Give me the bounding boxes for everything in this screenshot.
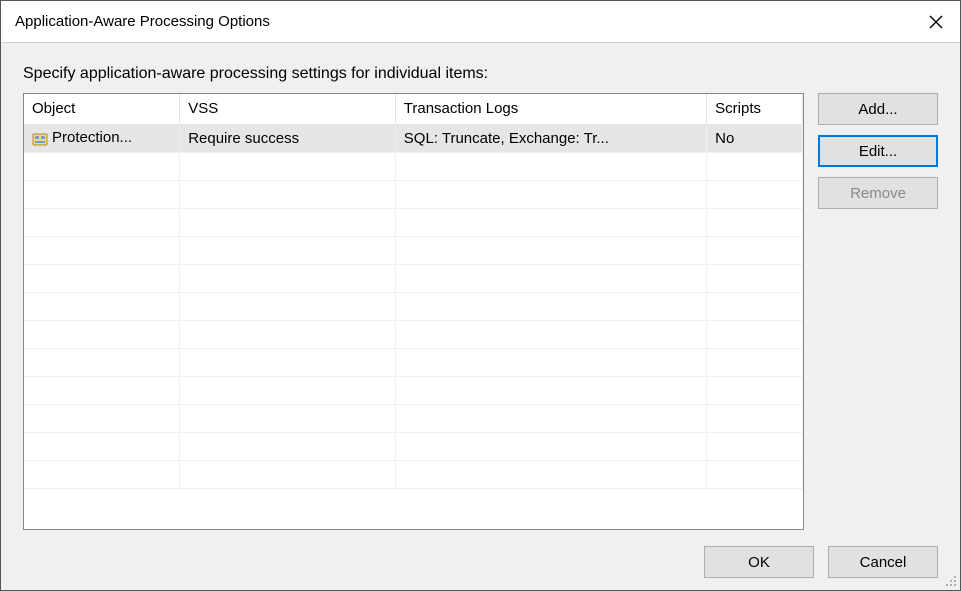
add-button[interactable]: Add... — [818, 93, 938, 125]
table-row-empty — [24, 348, 803, 376]
header-object[interactable]: Object — [24, 94, 180, 124]
table-row-empty — [24, 460, 803, 488]
remove-button[interactable]: Remove — [818, 177, 938, 209]
cell-tlogs: SQL: Truncate, Exchange: Tr... — [395, 124, 706, 152]
table-row-empty — [24, 320, 803, 348]
table-row-empty — [24, 208, 803, 236]
table-row-empty — [24, 264, 803, 292]
dialog-footer: OK Cancel — [23, 530, 938, 578]
cell-object-text: Protection... — [52, 129, 132, 146]
table-row-empty — [24, 236, 803, 264]
close-button[interactable] — [912, 1, 960, 43]
dialog-body: Specify application-aware processing set… — [1, 43, 960, 590]
instruction-text: Specify application-aware processing set… — [23, 65, 938, 83]
table-row-empty — [24, 152, 803, 180]
header-tlogs[interactable]: Transaction Logs — [395, 94, 706, 124]
cell-scripts: No — [707, 124, 803, 152]
work-area: Object VSS Transaction Logs Scripts — [23, 93, 938, 530]
cell-vss: Require success — [180, 124, 396, 152]
resize-grip-icon — [943, 573, 957, 587]
header-vss[interactable]: VSS — [180, 94, 396, 124]
dialog-window: Application-Aware Processing Options Spe… — [0, 0, 961, 591]
edit-button[interactable]: Edit... — [818, 135, 938, 167]
table-row-empty — [24, 432, 803, 460]
header-scripts[interactable]: Scripts — [707, 94, 803, 124]
close-icon — [929, 15, 943, 29]
table-row-empty — [24, 376, 803, 404]
titlebar: Application-Aware Processing Options — [1, 1, 960, 43]
window-title: Application-Aware Processing Options — [15, 13, 912, 30]
cancel-button[interactable]: Cancel — [828, 546, 938, 578]
table-row-empty — [24, 180, 803, 208]
protection-group-icon — [32, 131, 48, 147]
ok-button[interactable]: OK — [704, 546, 814, 578]
table-row-empty — [24, 404, 803, 432]
items-table[interactable]: Object VSS Transaction Logs Scripts — [24, 94, 803, 489]
side-buttons: Add... Edit... Remove — [818, 93, 938, 530]
table-header-row: Object VSS Transaction Logs Scripts — [24, 94, 803, 124]
cell-object: Protection... — [24, 124, 180, 152]
table-row-empty — [24, 292, 803, 320]
items-table-wrap: Object VSS Transaction Logs Scripts — [23, 93, 804, 530]
table-row[interactable]: Protection... Require success SQL: Trunc… — [24, 124, 803, 152]
